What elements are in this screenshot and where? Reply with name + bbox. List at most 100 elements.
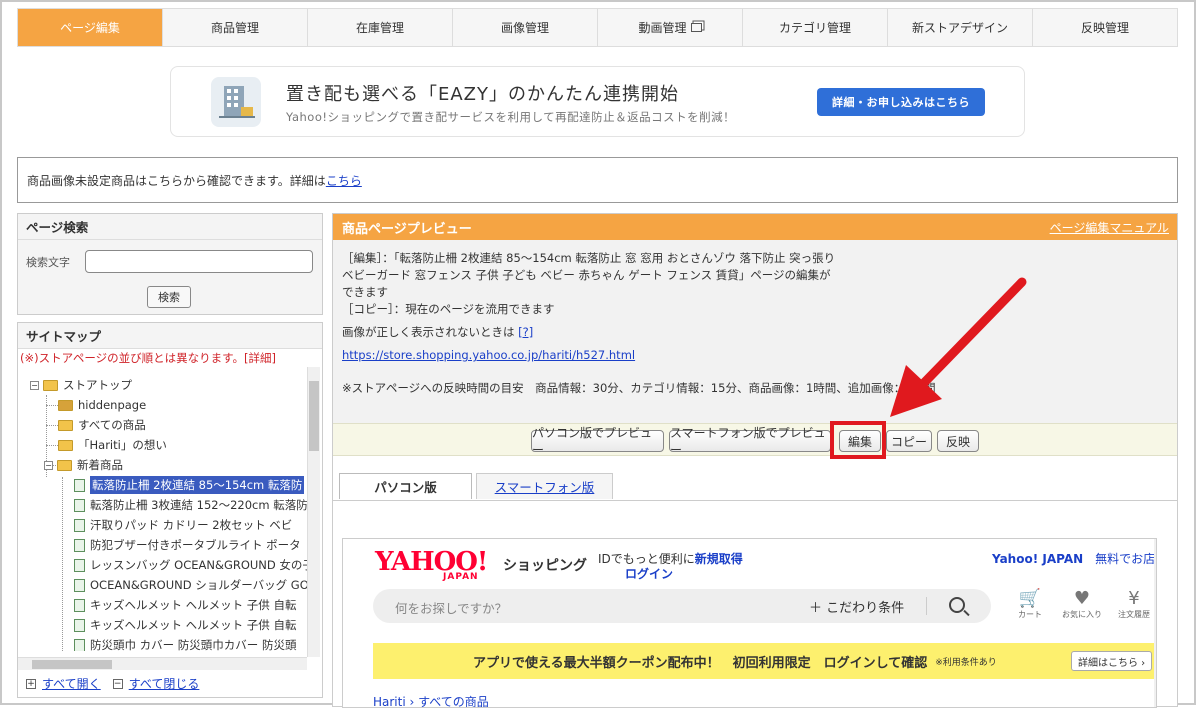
- open-store-link[interactable]: 無料でお店: [1095, 552, 1155, 566]
- collapse-icon: −: [112, 678, 123, 689]
- folder-icon: [58, 439, 73, 451]
- login-link[interactable]: ログイン: [625, 565, 673, 582]
- tree-node-all-products[interactable]: すべての商品: [58, 415, 146, 435]
- tree-node-label: 防災頭巾 カバー 防災頭巾カバー 防災頭: [90, 638, 297, 651]
- tree-node-label: 汗取りパッド カドリー 2枚セット ベビ: [90, 518, 293, 532]
- tab-page-edit[interactable]: ページ編集: [18, 9, 163, 46]
- page-icon: [74, 578, 85, 592]
- help-link[interactable]: [?]: [518, 325, 533, 339]
- yahoo-search-bar[interactable]: 何をお探しですか？ ＋ こだわり条件: [373, 589, 991, 623]
- heart-icon[interactable]: ♥ お気に入り: [1059, 589, 1105, 620]
- tab-inventory[interactable]: 在庫管理: [308, 9, 453, 46]
- tree-node-item[interactable]: キッズヘルメット ヘルメット 子供 自転: [74, 615, 296, 635]
- tree-vertical-scrollbar[interactable]: [307, 367, 320, 657]
- tree-node-item[interactable]: キッズヘルメット ヘルメット 子供 自転: [74, 595, 296, 615]
- tab-label: 新ストアデザイン: [911, 21, 1008, 35]
- tree-horizontal-scrollbar[interactable]: [18, 657, 307, 670]
- search-divider: [926, 597, 927, 615]
- tab-video-management[interactable]: 動画管理: [598, 9, 743, 46]
- page-icon: [74, 538, 85, 552]
- scroll-thumb[interactable]: [309, 381, 319, 451]
- pc-preview-button[interactable]: パソコン版でプレビュー: [531, 426, 664, 457]
- tree-node-label: OCEAN&GROUND ショルダーバッグ GO: [90, 578, 308, 592]
- page-icon: [74, 598, 85, 612]
- search-button[interactable]: 検索: [147, 286, 191, 308]
- tree-node-label: レッスンバッグ OCEAN&GROUND 女の子: [90, 558, 308, 572]
- edit-description: ［編集］：「転落防止柵 2枚連結 85～154cm 転落防止 窓 窓用 おとさん…: [342, 251, 836, 299]
- edit-button-highlight: [830, 421, 886, 459]
- tab-category-management[interactable]: カテゴリ管理: [743, 9, 888, 46]
- coupon-note: ※利用条件あり: [935, 657, 997, 668]
- search-input[interactable]: [85, 250, 313, 273]
- copy-description: ［コピー］：現在のページを流用できます: [342, 302, 555, 316]
- smartphone-tab-link[interactable]: スマートフォン版: [495, 477, 595, 496]
- coupon-banner[interactable]: アプリで使える最大半額クーポン配布中！ 初回利用限定 ログインして確認 ※利用条件…: [373, 643, 1155, 679]
- smartphone-preview-button[interactable]: スマートフォン版でプレビュー: [669, 426, 831, 457]
- tree-node-item[interactable]: 転落防止柵 3枚連結 152～220cm 転落防: [74, 495, 308, 515]
- tree-node-label: 転落防止柵 2枚連結 85～154cm 転落防: [90, 476, 305, 494]
- page-icon: [74, 478, 85, 492]
- tree-node-label: 新着商品: [77, 458, 123, 472]
- tab-pc-view[interactable]: パソコン版: [339, 473, 472, 499]
- tab-product-management[interactable]: 商品管理: [163, 9, 308, 46]
- notice-link[interactable]: こちら: [326, 172, 362, 189]
- id-prompt-text: IDでもっと便利に: [598, 552, 695, 566]
- yahoo-search-placeholder[interactable]: 何をお探しですか？: [395, 598, 507, 617]
- frame-scrollbar[interactable]: [1154, 539, 1157, 707]
- filter-conditions-button[interactable]: ＋ こだわり条件: [809, 597, 904, 616]
- breadcrumb[interactable]: Hariti › すべての商品: [373, 693, 489, 707]
- page-icon: [74, 498, 85, 512]
- tab-publish-management[interactable]: 反映管理: [1033, 9, 1177, 46]
- tree-node-store-top[interactable]: − ストアトップ: [30, 375, 132, 395]
- tab-label: 商品管理: [210, 21, 259, 35]
- folder-icon: [57, 459, 72, 471]
- publish-button[interactable]: 反映: [937, 430, 979, 452]
- notice-text: 商品画像未設定商品はこちらから確認できます。詳細は: [27, 173, 326, 188]
- sitemap-warning[interactable]: (※)ストアページの並び順とは異なります。[詳細]: [18, 350, 322, 366]
- image-help: 画像が正しく表示されないときは [?]: [342, 324, 533, 340]
- yahoo-japan-link[interactable]: Yahoo! JAPAN: [992, 552, 1083, 566]
- search-label: 検索文字: [26, 256, 70, 269]
- tree-node-hariti-story[interactable]: 「Hariti」の想い: [58, 435, 167, 455]
- collapse-all-link[interactable]: すべて閉じる: [129, 675, 200, 692]
- tree-node-item[interactable]: 防災頭巾 カバー 防災頭巾カバー 防災頭: [74, 635, 296, 651]
- tab-store-design[interactable]: 新ストアデザイン: [888, 9, 1033, 46]
- expand-all-link[interactable]: すべて開く: [42, 675, 101, 692]
- page-url-link[interactable]: https://store.shopping.yahoo.co.jp/harit…: [342, 348, 635, 362]
- tree-node-label: すべての商品: [78, 418, 146, 432]
- cart-icon[interactable]: 🛒 カート: [1007, 589, 1053, 620]
- signup-link[interactable]: 新規取得: [695, 552, 743, 566]
- collapse-icon[interactable]: −: [30, 380, 39, 390]
- tree-node-item[interactable]: 防犯ブザー付きポータブルライト ポータ: [74, 535, 301, 555]
- tab-divider: [333, 500, 1177, 501]
- scroll-thumb[interactable]: [1156, 561, 1157, 621]
- scroll-thumb[interactable]: [32, 660, 112, 669]
- sitemap-tree: − ストアトップ hiddenpage すべての商品 「Hariti」の想い − 新…: [22, 375, 308, 651]
- manual-link[interactable]: ページ編集マニュアル: [1050, 219, 1169, 236]
- tree-node-item[interactable]: 汗取りパッド カドリー 2枚セット ベビ: [74, 515, 292, 535]
- history-icon[interactable]: ¥ 注文履歴: [1111, 589, 1156, 620]
- tree-footer: + すべて開く − すべて閉じる: [26, 675, 199, 692]
- copy-button[interactable]: コピー: [886, 430, 932, 452]
- tab-label: 反映管理: [1080, 21, 1129, 35]
- collapse-icon[interactable]: −: [44, 460, 53, 470]
- page-search-title: ページ検索: [18, 214, 322, 240]
- shopping-label: ショッピング: [503, 558, 587, 574]
- tree-node-label: 「Hariti」の想い: [78, 438, 167, 452]
- preview-button-bar: パソコン版でプレビュー スマートフォン版でプレビュー 編集 コピー 反映: [333, 423, 1177, 457]
- tree-node-label: キッズヘルメット ヘルメット 子供 自転: [90, 618, 297, 632]
- promo-banner[interactable]: 置き配も選べる「EAZY」のかんたん連携開始 Yahoo!ショッピングで置き配サ…: [170, 66, 1025, 137]
- product-page-preview: 商品ページプレビュー ページ編集マニュアル ［編集］：「転落防止柵 2枚連結 8…: [332, 213, 1178, 708]
- tree-node-item[interactable]: OCEAN&GROUND ショルダーバッグ GO: [74, 575, 308, 595]
- tab-image-management[interactable]: 画像管理: [453, 9, 598, 46]
- tree-node-item-selected[interactable]: 転落防止柵 2枚連結 85～154cm 転落防: [74, 475, 305, 495]
- tab-label: ページ編集: [60, 21, 120, 35]
- tree-node-item[interactable]: レッスンバッグ OCEAN&GROUND 女の子: [74, 555, 308, 575]
- tree-node-new-arrivals[interactable]: − 新着商品: [44, 455, 123, 475]
- search-icon[interactable]: [949, 597, 965, 613]
- tree-node-hiddenpage[interactable]: hiddenpage: [58, 395, 146, 415]
- coupon-details-button[interactable]: 詳細はこちら ›: [1071, 651, 1153, 671]
- tab-smartphone-view[interactable]: スマートフォン版: [476, 473, 613, 499]
- banner-details-button[interactable]: 詳細・お申し込みはこちら: [817, 88, 985, 116]
- order-history-label: 注文履歴: [1118, 610, 1150, 619]
